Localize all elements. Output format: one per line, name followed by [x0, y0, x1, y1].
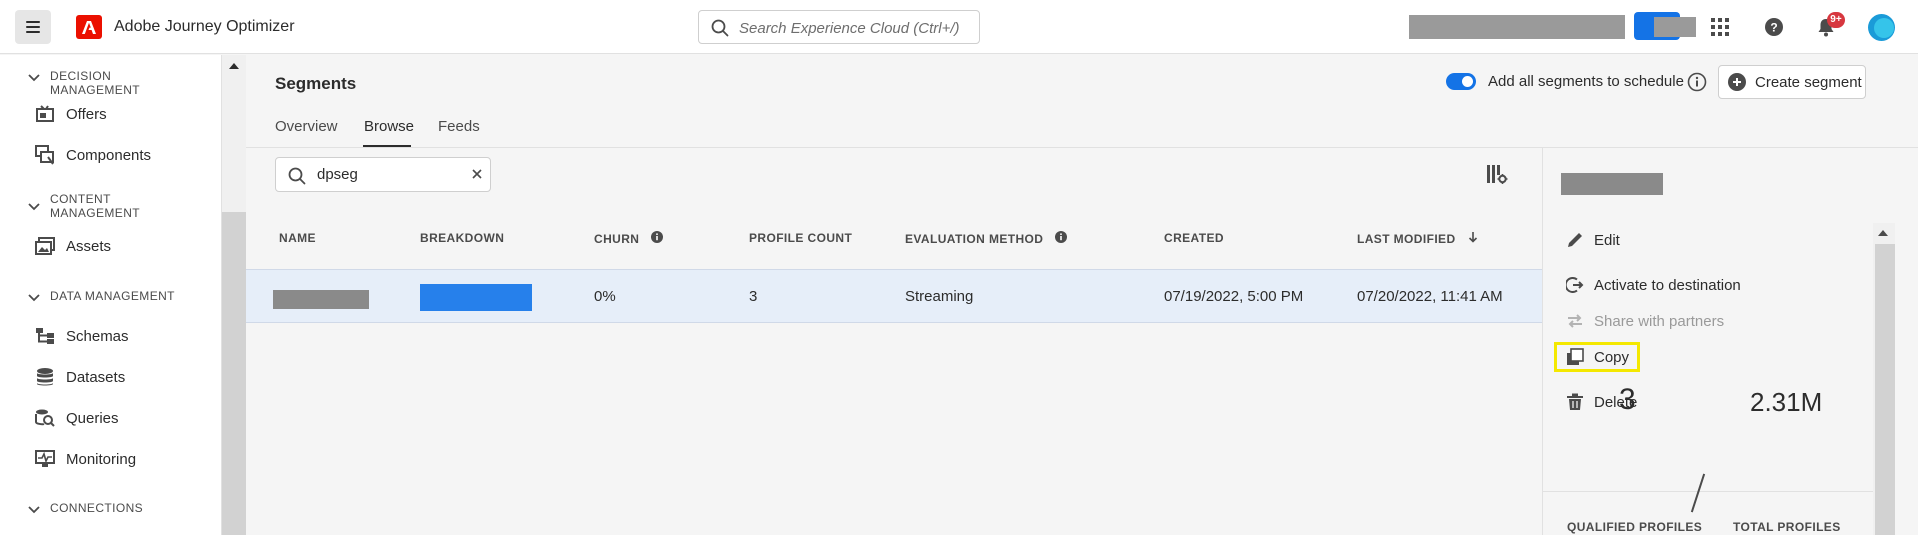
total-profiles-count: 2.31M [1750, 387, 1823, 417]
tab-overview[interactable]: Overview [275, 118, 338, 135]
create-segment-button[interactable]: Create segment [1718, 65, 1866, 99]
monitoring-icon [34, 449, 56, 469]
sidebar-item-components[interactable]: Components [34, 142, 151, 168]
schedule-toggle-label: Add all segments to schedule [1488, 73, 1684, 90]
schedule-toggle[interactable] [1446, 73, 1476, 90]
chevron-down-icon [28, 291, 40, 305]
details-panel: Edit Activate to destination Share with … [1542, 148, 1918, 535]
sidebar-item-offers[interactable]: Offers [34, 101, 107, 127]
column-header-evaluation-method[interactable]: EVALUATION METHOD [905, 231, 1068, 246]
column-header-profile-count[interactable]: PROFILE COUNT [749, 231, 852, 245]
svg-text:?: ? [1770, 21, 1777, 35]
scroll-up-icon[interactable] [1878, 230, 1888, 236]
redacted-segment-name[interactable] [273, 290, 369, 309]
page-title: Segments [275, 74, 357, 93]
sidebar-item-monitoring[interactable]: Monitoring [34, 446, 136, 472]
redacted-label [1654, 17, 1696, 37]
menu-button[interactable] [15, 10, 51, 44]
breakdown-bar [420, 284, 532, 311]
column-header-churn[interactable]: CHURN [594, 231, 664, 246]
edit-action[interactable]: Edit [1565, 228, 1620, 252]
offers-icon [34, 104, 56, 124]
filter-value[interactable]: dpseg [317, 166, 358, 183]
column-header-name[interactable]: NAME [279, 231, 316, 245]
main-content: Segments Add all segments to schedule Cr… [246, 55, 1918, 535]
column-header-breakdown[interactable]: BREAKDOWN [420, 231, 504, 245]
cell-created: 07/19/2022, 5:00 PM [1164, 288, 1304, 305]
scrollbar-thumb[interactable] [222, 212, 246, 535]
info-icon[interactable] [1055, 231, 1068, 246]
redacted-org-name [1409, 15, 1625, 39]
share-icon [1565, 311, 1585, 331]
arrow-down-icon[interactable] [1468, 231, 1478, 246]
redacted-panel-title [1561, 173, 1663, 195]
cell-evaluation-method: Streaming [905, 288, 974, 305]
qualified-profiles-label: QUALIFIED PROFILES [1567, 520, 1703, 534]
share-with-partners-action[interactable]: Share with partners [1565, 309, 1724, 333]
cell-churn: 0% [594, 288, 616, 305]
total-profiles-label: TOTAL PROFILES [1733, 520, 1841, 534]
database-icon [34, 367, 56, 387]
panel-scrollbar[interactable] [1873, 223, 1895, 535]
table-row[interactable]: 0% 3 Streaming 07/19/2022, 5:00 PM 07/20… [246, 269, 1542, 323]
notification-badge: 9+ [1827, 12, 1845, 28]
chevron-down-icon [28, 200, 40, 214]
search-icon [711, 19, 729, 42]
add-icon [1728, 73, 1746, 91]
sidebar-item-datasets[interactable]: Datasets [34, 364, 125, 390]
hamburger-icon [26, 21, 40, 33]
scroll-up-icon[interactable] [229, 63, 239, 69]
info-icon[interactable] [1687, 72, 1707, 97]
sidebar-scrollbar[interactable] [222, 55, 246, 535]
search-input[interactable] [739, 17, 969, 39]
chevron-down-icon [28, 503, 40, 517]
adobe-logo-icon[interactable] [76, 15, 102, 39]
cell-last-modified: 07/20/2022, 11:41 AM [1357, 288, 1503, 305]
pencil-icon [1565, 230, 1585, 250]
sidebar-item-queries[interactable]: Queries [34, 405, 119, 431]
qualified-profiles-count: 3 [1619, 383, 1636, 416]
assets-icon [34, 236, 56, 256]
help-icon[interactable]: ? [1763, 16, 1785, 38]
sidebar-item-schemas[interactable]: Schemas [34, 323, 129, 349]
clear-icon[interactable] [470, 167, 484, 186]
avatar[interactable] [1868, 14, 1895, 41]
scrollbar-thumb[interactable] [1875, 244, 1895, 535]
sidebar: DECISION MANAGEMENT Offers Components CO… [0, 55, 222, 535]
trash-icon [1565, 392, 1585, 412]
panel-divider [1543, 491, 1873, 492]
column-header-created[interactable]: CREATED [1164, 231, 1224, 245]
schemas-icon [34, 326, 56, 346]
global-search[interactable] [698, 10, 980, 44]
queries-icon [34, 408, 56, 428]
activate-to-destination-action[interactable]: Activate to destination [1565, 273, 1741, 297]
segment-filter-field[interactable]: dpseg [275, 157, 491, 192]
copy-icon [1565, 347, 1585, 367]
search-icon [288, 167, 306, 190]
chevron-down-icon [28, 71, 40, 85]
activate-icon [1565, 275, 1585, 295]
components-icon [34, 145, 56, 165]
column-header-last-modified[interactable]: LAST MODIFIED [1357, 231, 1478, 246]
copy-action[interactable]: Copy [1565, 345, 1629, 369]
tab-feeds[interactable]: Feeds [438, 118, 480, 135]
tab-browse[interactable]: Browse [364, 118, 414, 135]
apps-grid-icon[interactable] [1709, 16, 1731, 38]
column-settings-icon[interactable] [1486, 164, 1508, 189]
cell-profile-count: 3 [749, 288, 758, 305]
top-bar: Adobe Journey Optimizer ? 9+ [0, 0, 1918, 54]
app-name: Adobe Journey Optimizer [114, 18, 295, 35]
sidebar-item-assets[interactable]: Assets [34, 233, 111, 259]
info-icon[interactable] [651, 231, 664, 246]
